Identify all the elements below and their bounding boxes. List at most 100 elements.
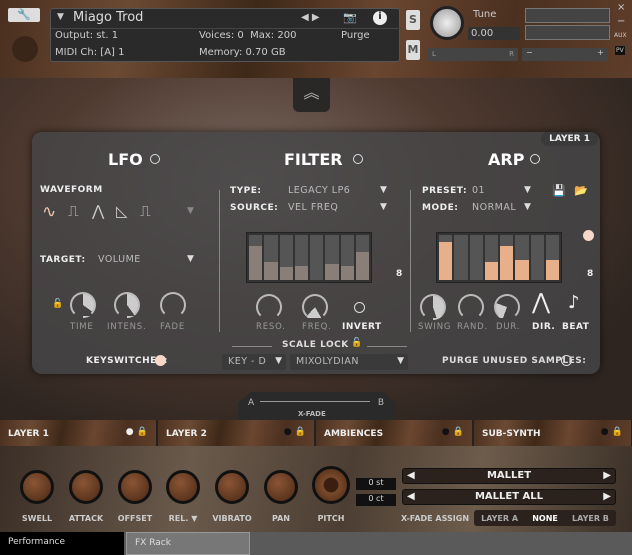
dur-knob[interactable] — [494, 294, 520, 320]
rel-knob[interactable] — [166, 470, 200, 504]
mode-dropdown[interactable]: NORMAL — [472, 202, 516, 213]
attack-knob[interactable] — [69, 470, 103, 504]
source-dropdown[interactable]: VEL FREQ — [288, 202, 338, 213]
layer-tab-1[interactable]: LAYER 1 ● 🔒 — [0, 420, 157, 446]
mode-dropdown-arrow-icon[interactable]: ▼ — [524, 202, 531, 212]
pitch-knob[interactable] — [312, 466, 350, 504]
key-dropdown[interactable]: KEY - D ▼ — [222, 354, 286, 370]
step-cell[interactable] — [264, 235, 278, 280]
step-cell[interactable] — [454, 235, 468, 280]
xfade-none-option[interactable]: NONE — [532, 514, 558, 523]
output-value[interactable]: st. 1 — [96, 30, 118, 41]
rand-knob[interactable] — [458, 294, 484, 320]
pv-button[interactable]: PV — [615, 46, 625, 55]
random-wave-icon[interactable]: ⎍ — [140, 202, 151, 220]
purge-dropdown[interactable]: Purge — [341, 30, 370, 41]
layer-tab-sub-synth[interactable]: SUB-SYNTH ● 🔒 — [474, 420, 632, 446]
step-cell[interactable] — [355, 235, 369, 280]
step-cell[interactable] — [279, 235, 293, 280]
step-cell[interactable] — [515, 235, 529, 280]
cents-field[interactable]: 0 ct — [356, 494, 396, 506]
waveform-dropdown-icon[interactable]: ▼ — [187, 206, 194, 216]
swing-knob[interactable] — [420, 294, 446, 320]
filter-step-sequencer[interactable] — [246, 232, 372, 283]
folder-open-icon[interactable]: 📂 — [574, 184, 588, 197]
xfade-layer-a-option[interactable]: LAYER A — [481, 514, 518, 523]
lfo-toggle[interactable] — [150, 154, 160, 164]
type-dropdown[interactable]: LEGACY LP6 — [288, 185, 350, 196]
mute-button[interactable]: M — [406, 40, 420, 60]
layer-tab-ambiences[interactable]: AMBIENCES ● 🔒 — [316, 420, 473, 446]
step-cell[interactable] — [340, 235, 354, 280]
save-icon[interactable]: 💾 — [552, 184, 566, 197]
tune-knob[interactable] — [430, 6, 464, 40]
step-cell[interactable] — [545, 235, 559, 280]
lock-icon[interactable]: ● 🔒 — [601, 427, 623, 437]
step-cell[interactable] — [484, 235, 498, 280]
sample-set-selector[interactable]: ◀ MALLET ALL ▶ — [402, 489, 616, 505]
tab-performance[interactable]: Performance — [0, 532, 124, 555]
scale-lock-icon[interactable]: 🔓 — [351, 338, 362, 348]
collapse-chevron-up-icon[interactable]: ︽ — [293, 78, 330, 112]
arp-step-sequencer[interactable] — [436, 232, 562, 283]
articulation-selector[interactable]: ◀ MALLET ▶ — [402, 468, 616, 484]
info-icon[interactable]: i — [373, 11, 387, 25]
solo-button[interactable]: S — [406, 10, 420, 30]
vibrato-knob[interactable] — [215, 470, 249, 504]
preset-dropdown[interactable]: 01 — [472, 185, 485, 196]
freq-knob[interactable] — [302, 294, 328, 320]
pan-knob[interactable] — [264, 470, 298, 504]
arp-step-count[interactable]: 8 — [587, 269, 594, 279]
prev-arrow-icon[interactable]: ◀ — [407, 469, 415, 483]
preset-dropdown-arrow-icon[interactable]: ▼ — [524, 185, 531, 195]
direction-icon[interactable]: ⋀ — [532, 290, 550, 315]
sine-wave-icon[interactable]: ∿ — [42, 202, 56, 222]
step-cell[interactable] — [325, 235, 339, 280]
square-wave-icon[interactable]: ⎍ — [68, 202, 79, 220]
layer-tab-2[interactable]: LAYER 2 ● 🔒 — [158, 420, 315, 446]
step-cell[interactable] — [249, 235, 263, 280]
xfade-layer-b-option[interactable]: LAYER B — [572, 514, 609, 523]
camera-icon[interactable]: 📷 — [343, 11, 357, 24]
aux-button[interactable]: AUX — [614, 32, 627, 39]
minimize-button[interactable]: − — [617, 16, 625, 27]
lock-icon[interactable]: ● 🔒 — [126, 427, 148, 437]
wrench-icon[interactable]: 🔧 — [8, 8, 40, 22]
invert-toggle[interactable] — [354, 302, 365, 313]
saw-wave-icon[interactable]: ◺ — [116, 202, 128, 220]
target-dropdown-arrow-icon[interactable]: ▼ — [187, 254, 194, 264]
next-arrow-icon[interactable]: ▶ — [603, 469, 611, 483]
filter-toggle[interactable] — [353, 154, 363, 164]
max-voices-value[interactable]: 200 — [277, 30, 296, 41]
step-cell[interactable] — [439, 235, 453, 280]
lock-icon[interactable]: ● 🔒 — [284, 427, 306, 437]
intens-knob[interactable] — [114, 292, 140, 318]
tab-fx-rack[interactable]: FX Rack — [126, 532, 250, 555]
type-dropdown-arrow-icon[interactable]: ▼ — [380, 185, 387, 195]
dropdown-arrow-icon[interactable]: ▼ — [57, 12, 64, 22]
step-cell[interactable] — [294, 235, 308, 280]
semitones-field[interactable]: 0 st — [356, 478, 396, 490]
source-dropdown-arrow-icon[interactable]: ▼ — [380, 202, 387, 212]
arp-sync-toggle[interactable] — [583, 230, 594, 241]
beat-note-icon[interactable]: ♪ — [568, 292, 580, 313]
fade-knob[interactable] — [160, 292, 186, 318]
keyswitches-toggle[interactable] — [155, 355, 166, 366]
xfade-slider[interactable]: A B X-FADE — [238, 392, 396, 420]
next-arrow-icon[interactable]: ▶ — [603, 490, 611, 504]
step-cell[interactable] — [469, 235, 483, 280]
lock-icon[interactable]: 🔓 — [52, 299, 63, 309]
triangle-wave-icon[interactable]: ⋀ — [92, 202, 104, 220]
close-button[interactable]: × — [617, 2, 625, 13]
volume-slider[interactable]: − + — [522, 48, 608, 61]
pan-slider[interactable]: LR — [428, 48, 518, 61]
prev-arrow-icon[interactable]: ◀ — [407, 490, 415, 504]
purge-unused-toggle[interactable] — [561, 355, 572, 366]
instrument-name[interactable]: Miago Trod — [73, 10, 143, 25]
prev-next-arrows-icon[interactable]: ◀ ▶ — [301, 12, 320, 23]
target-dropdown[interactable]: VOLUME — [98, 254, 141, 265]
arp-toggle[interactable] — [530, 154, 540, 164]
step-cell[interactable] — [310, 235, 324, 280]
lock-icon[interactable]: ● 🔒 — [442, 427, 464, 437]
scale-dropdown[interactable]: MIXOLYDIAN ▼ — [290, 354, 408, 370]
